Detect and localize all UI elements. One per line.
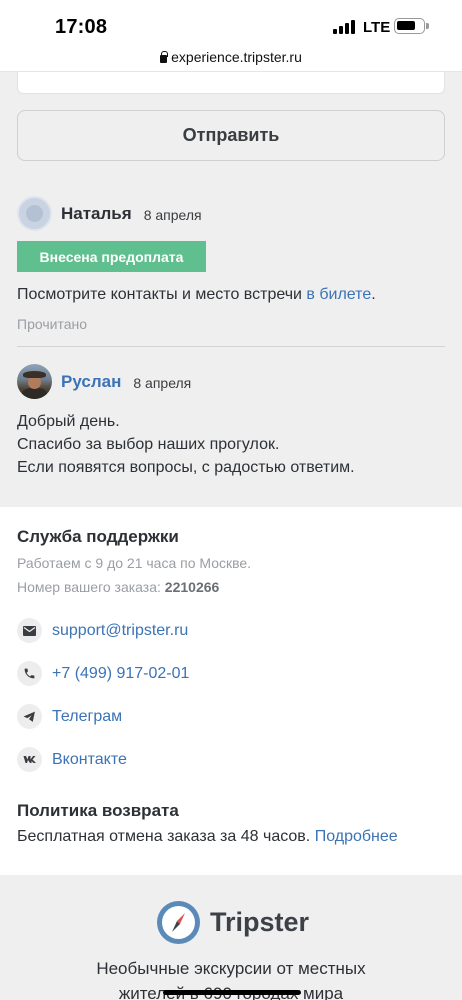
telegram-icon	[17, 704, 42, 729]
contact-vk[interactable]: Вконтакте	[17, 747, 127, 772]
contact-label[interactable]: support@tripster.ru	[52, 622, 188, 640]
message-date: 8 апреля	[143, 206, 202, 223]
home-indicator[interactable]	[163, 990, 301, 995]
compass-icon	[157, 901, 200, 944]
battery-cap	[426, 23, 429, 29]
contact-label[interactable]: Вконтакте	[52, 751, 127, 769]
policy-description: Бесплатная отмена заказа за 48 часов.	[17, 828, 315, 845]
brand-name: Tripster	[210, 907, 310, 937]
order-label: Номер вашего заказа:	[17, 579, 165, 595]
support-section: Служба поддержки Работаем с 9 до 21 часа…	[0, 507, 462, 875]
order-number-line: Номер вашего заказа: 2210266	[17, 579, 219, 595]
network-label: LTE	[363, 19, 391, 36]
divider	[17, 346, 445, 347]
logo[interactable]: Tripster	[157, 901, 309, 944]
message-text-line: Добрый день.	[17, 413, 120, 430]
message-header: Руслан 8 апреля	[17, 364, 191, 399]
address-bar[interactable]: experience.tripster.ru	[0, 46, 462, 72]
contact-label[interactable]: +7 (499) 917-02-01	[52, 665, 189, 683]
avatar	[17, 364, 52, 399]
message-text-line: Если появятся вопросы, с радостью ответи…	[17, 459, 355, 476]
contact-telegram[interactable]: Телеграм	[17, 704, 122, 729]
message-text-end: .	[371, 286, 376, 303]
message-text: Посмотрите контакты и место встречи в би…	[17, 283, 376, 307]
battery-icon	[394, 18, 425, 34]
phone-icon	[17, 661, 42, 686]
message-text-part: Посмотрите контакты и место встречи	[17, 286, 307, 303]
mail-icon	[17, 618, 42, 643]
ticket-link[interactable]: в билете	[306, 286, 371, 303]
contact-label[interactable]: Телеграм	[52, 708, 122, 726]
message-author: Наталья	[61, 203, 132, 223]
policy-more-link[interactable]: Подробнее	[315, 828, 398, 845]
status-bar: 17:08 LTE	[0, 0, 462, 48]
support-hours: Работаем с 9 до 21 часа по Москве.	[17, 555, 252, 571]
contact-phone[interactable]: +7 (499) 917-02-01	[17, 661, 189, 686]
message-text-line: Спасибо за выбор наших прогулок.	[17, 436, 280, 453]
order-number: 2210266	[164, 579, 220, 595]
support-title: Служба поддержки	[17, 527, 179, 546]
policy-title: Политика возврата	[17, 801, 179, 820]
message-date: 8 апреля	[133, 374, 192, 391]
vk-icon	[17, 747, 42, 772]
avatar	[17, 196, 52, 231]
status-time: 17:08	[55, 16, 108, 38]
message-input-card[interactable]	[17, 72, 445, 94]
read-status: Прочитано	[17, 316, 87, 332]
policy-text: Бесплатная отмена заказа за 48 часов. По…	[17, 828, 398, 846]
status-badge: Внесена предоплата	[17, 241, 206, 272]
footer: Tripster Необычные экскурсии от местных …	[0, 875, 462, 1000]
url-text: experience.tripster.ru	[171, 49, 302, 65]
send-button[interactable]: Отправить	[17, 110, 445, 161]
lock-icon	[160, 50, 169, 63]
contact-email[interactable]: support@tripster.ru	[17, 618, 188, 643]
tagline-line: Необычные экскурсии от местных	[96, 959, 366, 978]
message-author[interactable]: Руслан	[61, 372, 121, 392]
signal-icon	[333, 20, 355, 34]
message-header: Наталья 8 апреля	[17, 196, 202, 231]
